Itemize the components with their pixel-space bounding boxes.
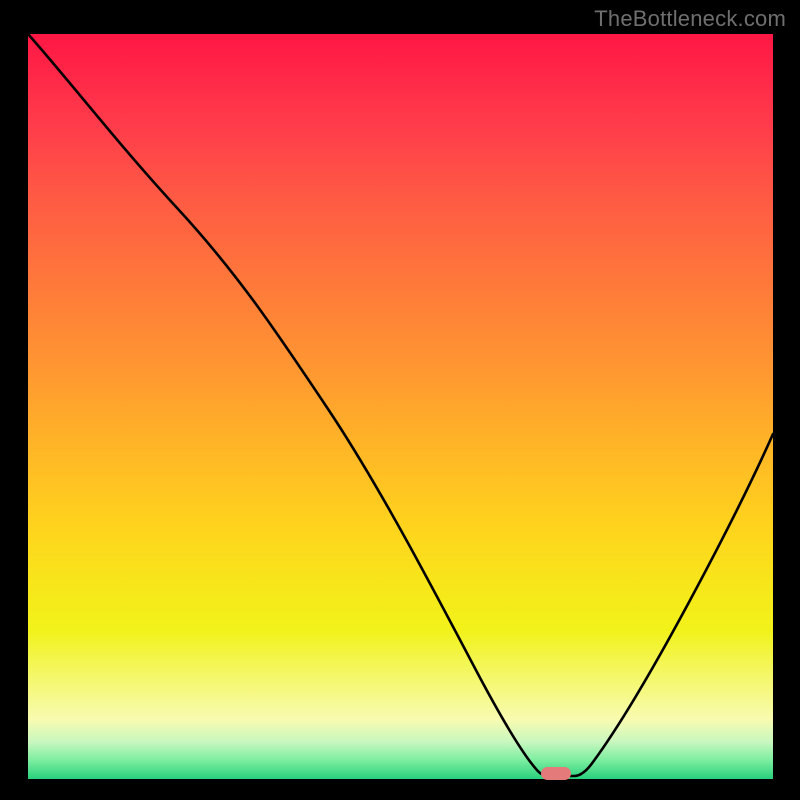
bottleneck-curve-svg <box>28 34 773 779</box>
chart-plot-area <box>28 34 773 779</box>
bottleneck-curve-path <box>28 34 773 776</box>
watermark-text: TheBottleneck.com <box>594 6 786 32</box>
minimum-marker <box>541 767 571 780</box>
